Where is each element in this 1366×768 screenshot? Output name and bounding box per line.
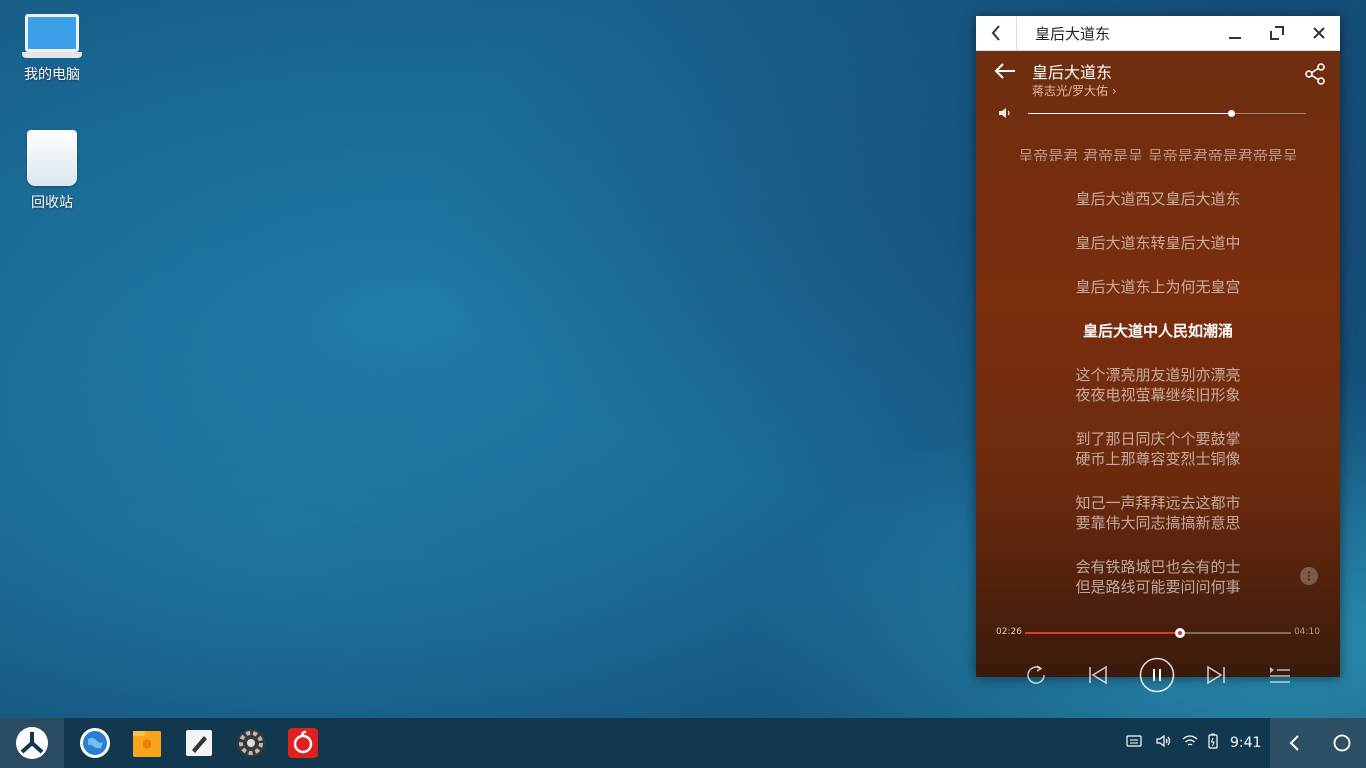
playback-controls bbox=[976, 657, 1340, 693]
lyric-line: 知己一声拜拜远去这都市 要靠伟大同志搞搞新意思 bbox=[1075, 494, 1241, 532]
player-header: 皇后大道东 蒋志光/罗大佑 › bbox=[976, 51, 1340, 99]
lyric-line: 会有铁路城巴也会有的士 但是路线可能要问问何事 bbox=[1075, 558, 1241, 595]
wifi-icon[interactable] bbox=[1182, 734, 1198, 752]
keyboard-icon[interactable] bbox=[1126, 735, 1142, 751]
repeat-icon bbox=[1027, 665, 1045, 684]
start-button[interactable] bbox=[0, 718, 64, 768]
taskbar-app-files[interactable] bbox=[130, 726, 164, 760]
volume-icon[interactable] bbox=[998, 107, 1012, 122]
progress-slider[interactable] bbox=[1025, 628, 1291, 638]
editor-icon bbox=[186, 730, 212, 756]
lyric-line-current: 皇后大道中人民如潮涌 bbox=[1082, 322, 1233, 340]
close-icon bbox=[1313, 27, 1325, 39]
close-button[interactable] bbox=[1298, 16, 1340, 50]
desktop-icon-label: 我的电脑 bbox=[24, 67, 80, 83]
maximize-icon bbox=[1270, 26, 1284, 40]
progress-handle[interactable] bbox=[1175, 628, 1186, 638]
skip-previous-icon bbox=[1089, 665, 1107, 685]
nav-back-button[interactable] bbox=[1288, 734, 1300, 756]
taskbar: 9:41 bbox=[0, 718, 1366, 768]
taskbar-app-settings[interactable] bbox=[234, 726, 268, 760]
battery-icon[interactable] bbox=[1208, 733, 1218, 753]
song-title: 皇后大道东 bbox=[1032, 63, 1113, 82]
volume-slider-fill bbox=[1028, 113, 1231, 114]
pause-icon bbox=[1139, 657, 1175, 693]
lyric-line: 皇后大道西又皇后大道东 bbox=[1075, 190, 1241, 208]
taskbar-app-netease-music[interactable] bbox=[286, 726, 320, 760]
player-back-button[interactable] bbox=[994, 61, 1016, 86]
arrow-left-icon bbox=[994, 63, 1015, 79]
share-button[interactable] bbox=[1304, 63, 1326, 89]
volume-slider-handle[interactable] bbox=[1227, 110, 1235, 117]
lyric-line: 皇后大道东转皇后大道中 bbox=[1075, 234, 1241, 252]
desktop-icon-label: 回收站 bbox=[31, 195, 73, 211]
computer-icon bbox=[12, 14, 92, 58]
settings-icon bbox=[237, 729, 265, 757]
artist-link[interactable]: 蒋志光/罗大佑 › bbox=[1032, 82, 1117, 99]
netease-music-icon bbox=[288, 728, 318, 758]
nav-buttons bbox=[1270, 718, 1366, 768]
taskbar-app-browser[interactable] bbox=[78, 726, 112, 760]
lyric-line-partial: 呈帝是君 君帝是呈 呈帝是君帝是君帝是呈 bbox=[1018, 149, 1298, 161]
playlist-icon bbox=[1270, 667, 1290, 683]
volume-control bbox=[998, 107, 1310, 121]
skip-next-icon bbox=[1207, 665, 1225, 685]
maximize-button[interactable] bbox=[1256, 16, 1298, 50]
desktop-icon-recycle-bin[interactable]: 回收站 bbox=[12, 130, 92, 212]
nav-home-button[interactable] bbox=[1333, 734, 1351, 756]
home-circle-icon bbox=[1333, 734, 1351, 752]
window-titlebar: 皇后大道东 bbox=[976, 16, 1340, 51]
launcher-icon bbox=[16, 727, 48, 759]
chevron-left-icon bbox=[991, 25, 1000, 41]
lyric-line: 这个漂亮朋友道别亦漂亮 夜夜电视萤幕继续旧形象 bbox=[1075, 366, 1241, 404]
files-icon bbox=[133, 731, 161, 757]
taskbar-app-editor[interactable] bbox=[182, 726, 216, 760]
sound-icon[interactable] bbox=[1156, 734, 1172, 752]
playback-progress: 02:26 04:10 bbox=[976, 625, 1340, 641]
lyric-line: 皇后大道东上为何无皇宫 bbox=[1075, 278, 1241, 296]
minimize-icon bbox=[1229, 37, 1241, 39]
playlist-button[interactable] bbox=[1262, 657, 1298, 693]
minimize-button[interactable] bbox=[1214, 16, 1256, 50]
previous-button[interactable] bbox=[1080, 657, 1116, 693]
share-icon bbox=[1305, 63, 1325, 85]
lyric-line: 到了那日同庆个个要鼓掌 硬币上那尊容变烈士铜像 bbox=[1075, 430, 1241, 468]
next-button[interactable] bbox=[1198, 657, 1234, 693]
desktop-icon-my-computer[interactable]: 我的电脑 bbox=[12, 14, 92, 84]
player-body: 皇后大道东 蒋志光/罗大佑 › 呈帝是君 君帝是呈 呈帝是君帝是君帝是呈 皇后大… bbox=[976, 51, 1340, 693]
browser-icon bbox=[80, 728, 110, 758]
chevron-left-icon bbox=[1289, 735, 1299, 751]
window-title: 皇后大道东 bbox=[1035, 24, 1111, 43]
taskbar-clock[interactable]: 9:41 bbox=[1230, 735, 1261, 751]
volume-slider[interactable] bbox=[1028, 110, 1306, 117]
pause-button[interactable] bbox=[1139, 657, 1175, 693]
window-back-button[interactable] bbox=[976, 16, 1017, 50]
time-total: 04:10 bbox=[1294, 627, 1320, 637]
repeat-button[interactable] bbox=[1018, 657, 1054, 693]
lyrics-panel[interactable]: 呈帝是君 君帝是呈 呈帝是君帝是君帝是呈 皇后大道西又皇后大道东 皇后大道东转皇… bbox=[976, 147, 1340, 595]
music-player-window: 皇后大道东 皇后大道东 蒋志光/罗大佑 › 呈帝是君 君帝是呈 呈帝是君帝是君帝… bbox=[976, 16, 1340, 693]
recycle-bin-icon bbox=[27, 130, 77, 186]
more-options-button[interactable]: ⋮ bbox=[1300, 567, 1318, 585]
time-current: 02:26 bbox=[996, 627, 1022, 637]
progress-fill bbox=[1025, 632, 1181, 634]
